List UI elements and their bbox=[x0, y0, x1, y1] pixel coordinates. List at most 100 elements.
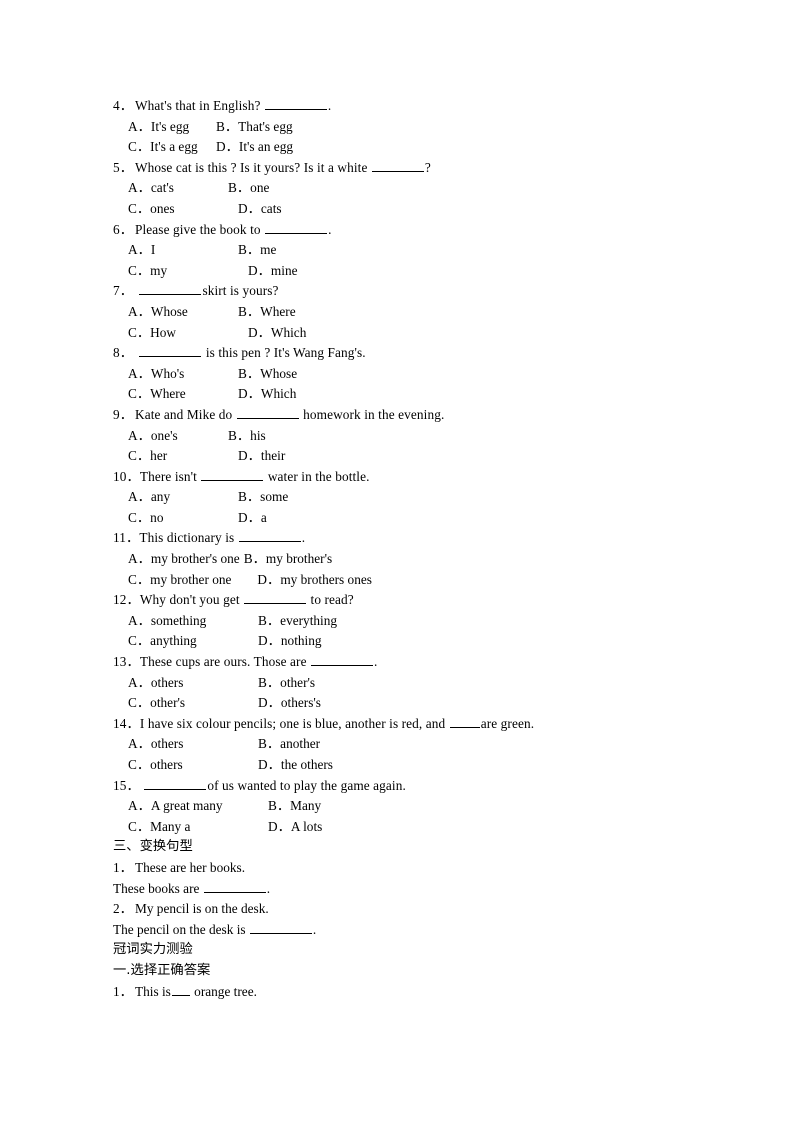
option-c[interactable]: C．Where bbox=[128, 384, 238, 405]
option-d[interactable]: D．mine bbox=[248, 261, 298, 282]
option-c[interactable]: C．my brother one bbox=[128, 570, 257, 591]
option-b[interactable]: B．Many bbox=[268, 796, 321, 817]
option-a[interactable]: A．Who's bbox=[128, 364, 238, 385]
question-number: 11． bbox=[113, 530, 140, 546]
options-row: C．her D．their bbox=[113, 446, 693, 467]
answer-blank[interactable] bbox=[264, 98, 327, 110]
option-b[interactable]: B．another bbox=[258, 734, 320, 755]
option-a[interactable]: A．Whose bbox=[128, 302, 238, 323]
option-d[interactable]: D．It's an egg bbox=[216, 137, 293, 158]
option-text: anything bbox=[150, 633, 197, 649]
option-c[interactable]: C．her bbox=[128, 446, 238, 467]
option-label: D． bbox=[238, 386, 261, 402]
answer-blank[interactable] bbox=[371, 160, 424, 172]
option-b[interactable]: B．everything bbox=[258, 611, 337, 632]
option-d[interactable]: D．Which bbox=[238, 384, 296, 405]
option-a[interactable]: A．cat's bbox=[128, 178, 228, 199]
option-a[interactable]: A．others bbox=[128, 673, 258, 694]
option-label: C． bbox=[128, 818, 151, 834]
option-c[interactable]: C．Many a bbox=[128, 817, 268, 838]
question-text: Please give the book to bbox=[135, 221, 261, 237]
option-b[interactable]: B．one bbox=[228, 178, 269, 199]
option-b[interactable]: B．some bbox=[238, 487, 288, 508]
option-a[interactable]: A．one's bbox=[128, 426, 228, 447]
option-d[interactable]: D．my brothers ones bbox=[257, 570, 372, 591]
answer-blank[interactable] bbox=[236, 407, 299, 419]
option-d[interactable]: D．nothing bbox=[258, 631, 322, 652]
option-a[interactable]: A．I bbox=[128, 240, 238, 261]
option-d[interactable]: D．Which bbox=[248, 323, 306, 344]
option-label: D． bbox=[257, 571, 281, 587]
answer-blank[interactable] bbox=[139, 283, 202, 296]
option-d[interactable]: D．a bbox=[238, 508, 267, 529]
options-row: A．others B．another bbox=[113, 734, 693, 755]
option-label: B． bbox=[216, 118, 239, 134]
option-text: other's bbox=[280, 674, 316, 690]
answer-blank[interactable] bbox=[144, 778, 207, 790]
answer-blank[interactable] bbox=[238, 530, 301, 543]
answer-suffix: . bbox=[312, 921, 317, 937]
option-c[interactable]: C．my bbox=[128, 261, 248, 282]
option-b[interactable]: B．his bbox=[228, 426, 266, 447]
option-a[interactable]: A．any bbox=[128, 487, 238, 508]
option-b[interactable]: B．my brother's bbox=[244, 549, 332, 570]
question-stem: 10．There isn't water in the bottle. bbox=[113, 467, 693, 488]
option-b[interactable]: B．other's bbox=[258, 673, 315, 694]
option-label: A． bbox=[128, 303, 151, 319]
option-a[interactable]: A．my brother's one bbox=[128, 549, 244, 570]
answer-blank[interactable] bbox=[244, 592, 307, 605]
options-row: C．It's a egg D．It's an egg bbox=[113, 137, 693, 158]
answer-blank[interactable] bbox=[265, 222, 328, 234]
answer-blank[interactable] bbox=[171, 984, 190, 996]
option-text: It's an egg bbox=[238, 139, 293, 155]
answer-blank[interactable] bbox=[449, 716, 480, 728]
answer-blank[interactable] bbox=[249, 922, 312, 934]
option-text: A lots bbox=[290, 818, 323, 834]
option-d[interactable]: D．the others bbox=[258, 755, 333, 776]
option-label: A． bbox=[128, 427, 151, 443]
option-label: A． bbox=[128, 242, 151, 258]
option-b[interactable]: B．Where bbox=[238, 302, 296, 323]
option-a[interactable]: A．A great many bbox=[128, 796, 268, 817]
option-label: C． bbox=[128, 200, 151, 216]
option-c[interactable]: C．How bbox=[128, 323, 248, 344]
option-c[interactable]: C．other's bbox=[128, 693, 258, 714]
option-text: Where bbox=[260, 303, 296, 319]
option-label: D． bbox=[258, 695, 281, 711]
answer-blank[interactable] bbox=[311, 654, 374, 667]
option-a[interactable]: A．others bbox=[128, 734, 258, 755]
option-a[interactable]: A．something bbox=[128, 611, 258, 632]
option-label: A． bbox=[128, 612, 151, 628]
option-text: A great many bbox=[150, 798, 223, 814]
option-d[interactable]: D．cats bbox=[238, 199, 282, 220]
answer-blank[interactable] bbox=[201, 469, 264, 481]
question-text-after: of us wanted to play the game again. bbox=[207, 777, 406, 793]
transform-answer-1: These books are . bbox=[113, 879, 693, 900]
option-c[interactable]: C．ones bbox=[128, 199, 238, 220]
question-number: 12． bbox=[113, 592, 140, 608]
option-text: others bbox=[150, 674, 184, 690]
option-d[interactable]: D．their bbox=[238, 446, 285, 467]
option-d[interactable]: D．A lots bbox=[268, 817, 322, 838]
option-label: C． bbox=[128, 695, 151, 711]
option-text: others bbox=[150, 757, 183, 772]
option-c[interactable]: C．others bbox=[128, 755, 258, 776]
option-b[interactable]: B．me bbox=[238, 240, 276, 261]
answer-blank[interactable] bbox=[203, 881, 266, 893]
item-number: 1． bbox=[113, 859, 133, 875]
option-c[interactable]: C．It's a egg bbox=[128, 137, 216, 158]
option-b[interactable]: B．Whose bbox=[238, 364, 297, 385]
question-number: 10． bbox=[113, 468, 140, 484]
option-label: C． bbox=[128, 324, 151, 340]
option-a[interactable]: A．It's egg bbox=[128, 117, 216, 138]
option-text: my brother one bbox=[150, 571, 232, 587]
option-d[interactable]: D．others's bbox=[258, 693, 321, 714]
option-label: B． bbox=[238, 303, 261, 319]
option-text: my brother's one bbox=[150, 551, 240, 567]
option-b[interactable]: B．That's egg bbox=[216, 117, 293, 138]
question-number: 13． bbox=[113, 654, 140, 670]
options-row: A．any B．some bbox=[113, 487, 693, 508]
option-c[interactable]: C．no bbox=[128, 508, 238, 529]
option-c[interactable]: C．anything bbox=[128, 631, 258, 652]
answer-blank[interactable] bbox=[139, 345, 202, 358]
